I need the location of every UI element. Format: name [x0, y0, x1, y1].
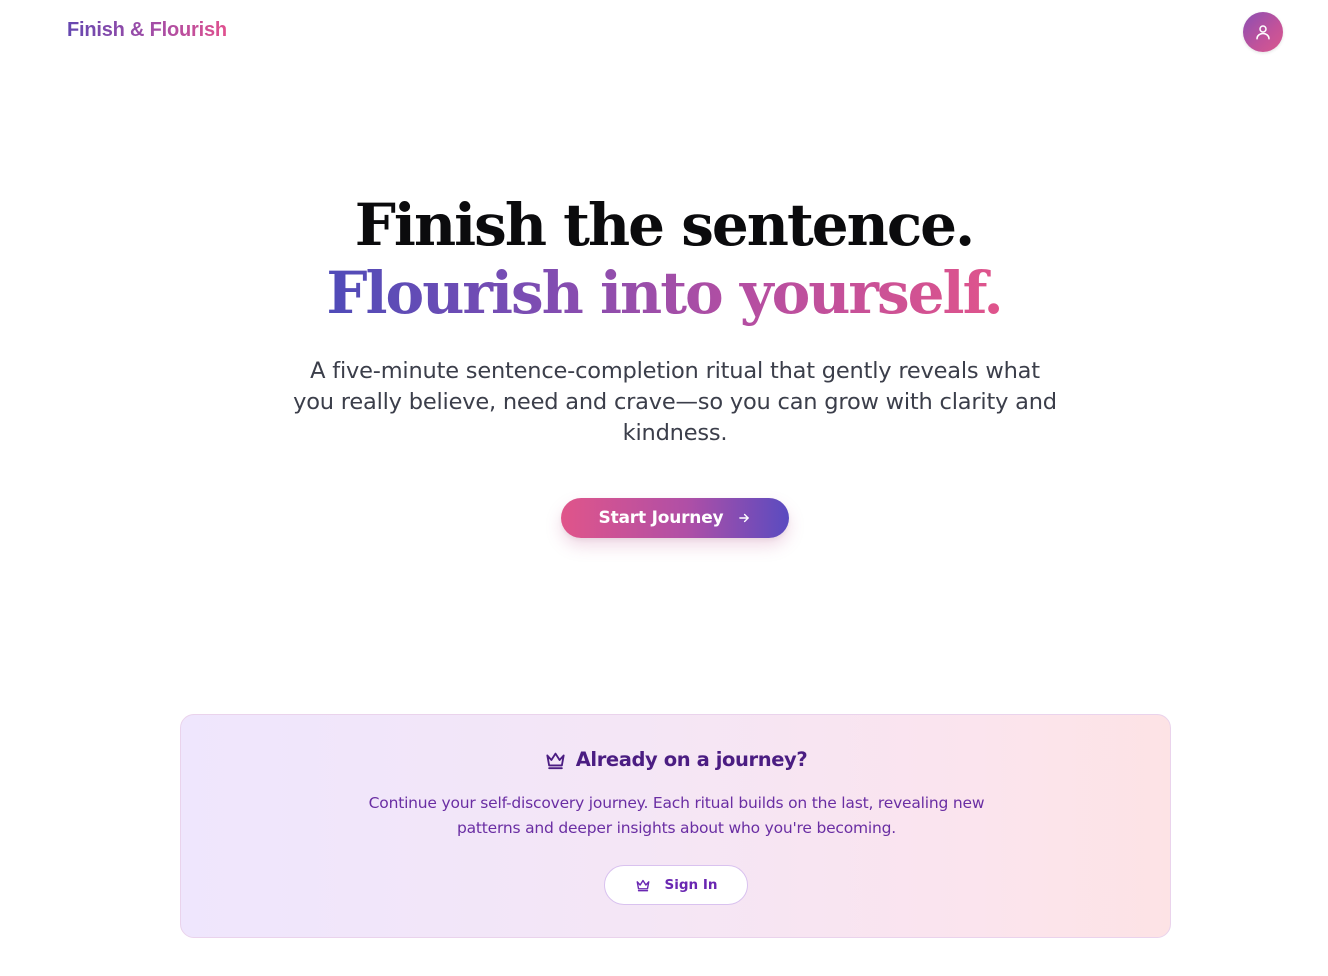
sign-in-button[interactable]: Sign In: [604, 865, 748, 905]
card-title: Already on a journey?: [575, 748, 808, 771]
hero-title-line2: Flourish into yourself.: [0, 258, 1328, 328]
sign-in-label: Sign In: [664, 877, 718, 893]
hero-title-line2-text: Flourish into yourself.: [326, 259, 1003, 327]
card-description: Continue your self-discovery journey. Ea…: [368, 794, 985, 837]
returning-user-card: Already on a journey? Continue your self…: [180, 714, 1171, 938]
user-icon: [1254, 23, 1272, 41]
start-journey-button[interactable]: Start Journey: [561, 498, 789, 538]
hero-title-line1: Finish the sentence.: [354, 191, 975, 259]
user-avatar-button[interactable]: [1243, 12, 1283, 52]
crown-icon: [635, 878, 651, 892]
brand-logo[interactable]: Finish & Flourish: [67, 19, 227, 42]
hero-subtitle: A five-minute sentence-completion ritual…: [293, 358, 1057, 446]
landing-page: Finish & Flourish Finish the sentence. F…: [0, 0, 1328, 976]
crown-icon: [544, 750, 567, 770]
card-header: Already on a journey?: [181, 748, 1170, 771]
arrow-right-icon: [737, 511, 751, 525]
start-journey-label: Start Journey: [598, 508, 724, 528]
